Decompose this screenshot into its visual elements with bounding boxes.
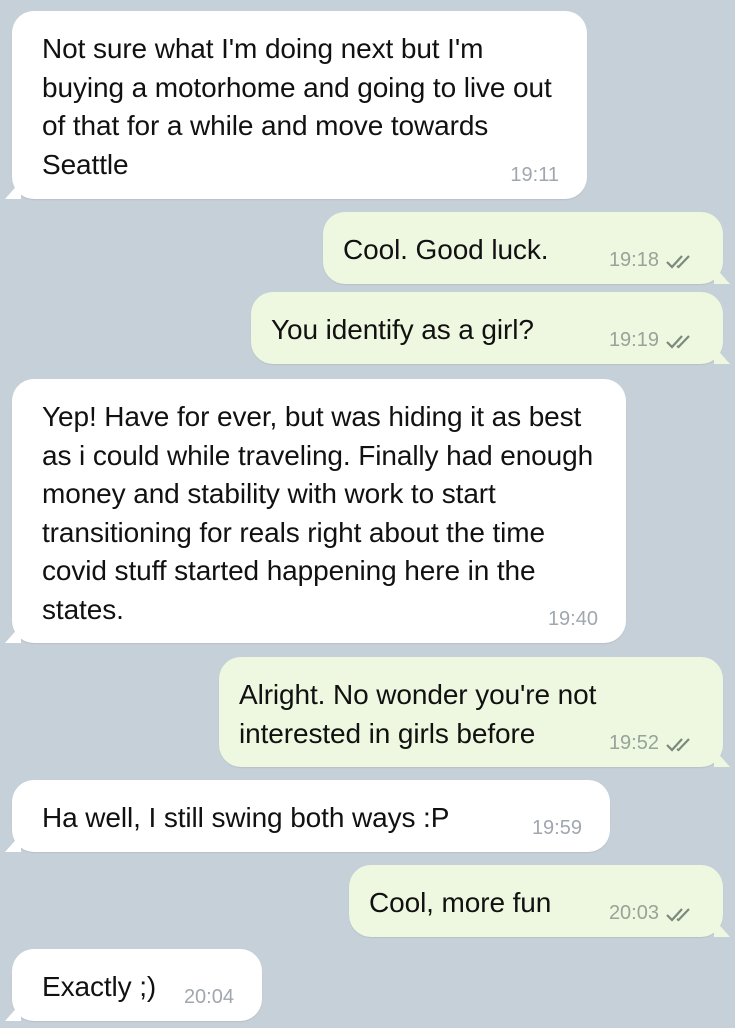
message-meta: 19:40: [548, 608, 598, 631]
message-time: 19:52: [608, 732, 659, 754]
message-time: 19:11: [510, 164, 559, 186]
message-meta: 19:18: [609, 249, 695, 272]
message-bubble-outgoing[interactable]: You identify as a girl? 19:19: [251, 292, 723, 364]
message-time: 19:59: [531, 817, 582, 839]
message-bubble-outgoing[interactable]: Cool. Good luck. 19:18: [323, 212, 723, 284]
message-time: 19:19: [608, 329, 659, 351]
double-check-icon: [666, 254, 690, 269]
message-text: Yep! Have for ever, but was hiding it as…: [42, 401, 594, 625]
message-time: 20:04: [183, 986, 234, 1008]
double-check-icon: [666, 334, 690, 349]
message-time: 20:03: [608, 902, 659, 924]
message-bubble-outgoing[interactable]: Cool, more fun 20:03: [349, 865, 723, 937]
message-text: Not sure what I'm doing next but I'm buy…: [42, 33, 552, 180]
message-meta: 19:52: [609, 732, 695, 755]
message-meta: 19:11: [510, 164, 559, 187]
message-text: Ha well, I still swing both ways :P: [42, 802, 450, 833]
message-text: Exactly ;): [42, 971, 157, 1002]
message-text: Cool. Good luck.: [343, 234, 549, 265]
message-bubble-outgoing[interactable]: Alright. No wonder you're not interested…: [219, 657, 723, 767]
message-bubble-incoming[interactable]: Exactly ;) 20:04: [12, 949, 262, 1021]
message-bubble-incoming[interactable]: Ha well, I still swing both ways :P 19:5…: [12, 780, 610, 852]
message-meta: 19:59: [532, 817, 582, 840]
message-text: Cool, more fun: [369, 887, 552, 918]
message-text: You identify as a girl?: [271, 314, 534, 345]
message-meta: 20:03: [609, 902, 695, 925]
chat-history: Not sure what I'm doing next but I'm buy…: [0, 0, 735, 1028]
message-meta: 19:19: [609, 329, 695, 352]
double-check-icon: [666, 907, 690, 922]
message-time: 19:18: [608, 249, 659, 271]
message-bubble-incoming[interactable]: Not sure what I'm doing next but I'm buy…: [12, 11, 587, 199]
message-bubble-incoming[interactable]: Yep! Have for ever, but was hiding it as…: [12, 379, 626, 643]
message-time: 19:40: [547, 608, 598, 630]
message-meta: 20:04: [184, 986, 234, 1009]
double-check-icon: [666, 737, 690, 752]
